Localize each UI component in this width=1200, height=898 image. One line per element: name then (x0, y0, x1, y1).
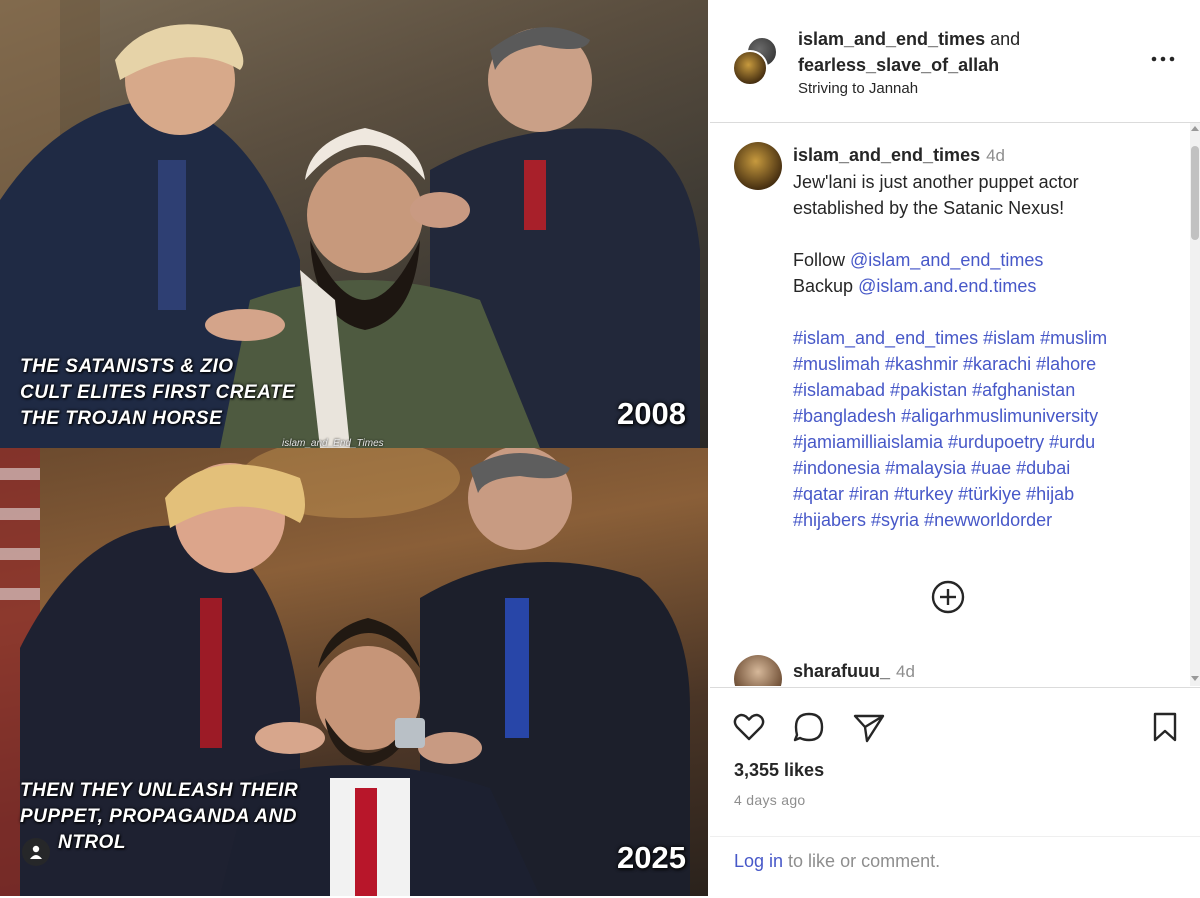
user-tag-icon[interactable] (22, 838, 50, 866)
caption-line: established by the Satanic Nexus! (793, 198, 1065, 218)
and-text: and (990, 29, 1021, 49)
post-sidebar: islam_and_end_times and fearless_slave_o… (710, 0, 1200, 896)
bottom-caption-line: NTROL (58, 832, 126, 853)
comment-username[interactable]: sharafuuu_ (793, 661, 890, 681)
add-comments-icon[interactable] (931, 580, 965, 614)
login-rest-text: to like or comment. (783, 851, 941, 871)
image-panel-bottom: THEN THEY UNLEASH THEIR PUPPET, PROPAGAN… (0, 448, 708, 896)
hashtags-block[interactable]: #islam_and_end_times #islam #muslim #mus… (793, 325, 1173, 533)
hashtag-line[interactable]: #muslimah #kashmir #karachi #lahore (793, 351, 1173, 377)
bottom-caption-line: THEN THEY UNLEASH THEIR (20, 780, 299, 801)
top-caption-line: THE SATANISTS & ZIO (20, 356, 234, 377)
hashtag-line[interactable]: #islamabad #pakistan #afghanistan (793, 377, 1173, 403)
comment-time: 4d (896, 662, 915, 681)
header-subtitle: Striving to Jannah (798, 80, 919, 97)
follow-line: Follow @islam_and_end_times (793, 247, 1173, 273)
avatar[interactable] (734, 142, 782, 190)
hashtag-line[interactable]: #indonesia #malaysia #uae #dubai (793, 455, 1173, 481)
post-timestamp: 4 days ago (734, 792, 806, 808)
hashtag-line[interactable]: #jamiamilliaislamia #urdupoetry #urdu (793, 429, 1173, 455)
more-icon[interactable] (1148, 52, 1178, 66)
backup-label: Backup (793, 276, 854, 296)
post-actions: 3,355 likes 4 days ago Log in to like or… (710, 687, 1200, 897)
post-image[interactable]: THE SATANISTS & ZIO CULT ELITES FIRST CR… (0, 0, 708, 896)
caption-line: Jew'lani is just another puppet actor (793, 172, 1079, 192)
username-link[interactable]: islam_and_end_times (798, 29, 985, 49)
avatar[interactable] (734, 655, 782, 686)
hashtag-line[interactable]: #qatar #iran #turkey #türkiye #hijab (793, 481, 1173, 507)
comment-time: 4d (986, 146, 1006, 165)
hashtag-line[interactable]: #islam_and_end_times #islam #muslim (793, 325, 1173, 351)
bottom-year: 2025 (617, 840, 686, 875)
top-caption: THE SATANISTS & ZIO CULT ELITES FIRST CR… (20, 354, 295, 432)
mention-link[interactable]: @islam.and.end.times (858, 276, 1036, 296)
mention-link[interactable]: @islam_and_end_times (850, 250, 1043, 270)
backup-line: Backup @islam.and.end.times (793, 273, 1173, 299)
avatar[interactable] (732, 50, 768, 86)
hashtag-line[interactable]: #bangladesh #aligarhmuslimuniversity (793, 403, 1173, 429)
comments-list[interactable]: islam_and_end_times 4d Jew'lani is just a… (710, 123, 1190, 686)
post-header: islam_and_end_times and fearless_slave_o… (710, 0, 1200, 123)
hashtag-line[interactable]: #hijabers #syria #newworldorder (793, 507, 1173, 533)
scroll-down-arrow-icon[interactable] (1191, 676, 1199, 681)
comment-header: sharafuuu_ 4d (793, 661, 915, 682)
bottom-caption: THEN THEY UNLEASH THEIR PUPPET, PROPAGAN… (20, 778, 298, 856)
comment-header: islam_and_end_times 4d (793, 145, 1005, 166)
top-caption-line: CULT ELITES FIRST CREATE (20, 382, 296, 403)
scroll-up-arrow-icon[interactable] (1191, 126, 1199, 131)
collab-usernames: islam_and_end_times and fearless_slave_o… (798, 26, 1020, 78)
heart-icon[interactable] (732, 710, 766, 744)
collab-avatars[interactable] (732, 36, 784, 88)
login-prompt: Log in to like or comment. (710, 836, 1200, 898)
comment-username[interactable]: islam_and_end_times (793, 145, 980, 165)
scroll-thumb[interactable] (1191, 146, 1199, 240)
share-icon[interactable] (852, 710, 886, 744)
login-link[interactable]: Log in (734, 851, 783, 871)
bookmark-icon[interactable] (1148, 710, 1182, 744)
username-link[interactable]: fearless_slave_of_allah (798, 55, 999, 75)
top-year: 2008 (617, 396, 686, 431)
caption-text: Jew'lani is just another puppet actor es… (793, 169, 1173, 533)
follow-label: Follow (793, 250, 846, 270)
comment-icon[interactable] (792, 710, 826, 744)
likes-count[interactable]: 3,355 likes (734, 760, 824, 781)
bottom-caption-line: PUPPET, PROPAGANDA AND (20, 806, 298, 827)
image-panel-top: THE SATANISTS & ZIO CULT ELITES FIRST CR… (0, 0, 708, 448)
top-caption-line: THE TROJAN HORSE (20, 408, 223, 429)
